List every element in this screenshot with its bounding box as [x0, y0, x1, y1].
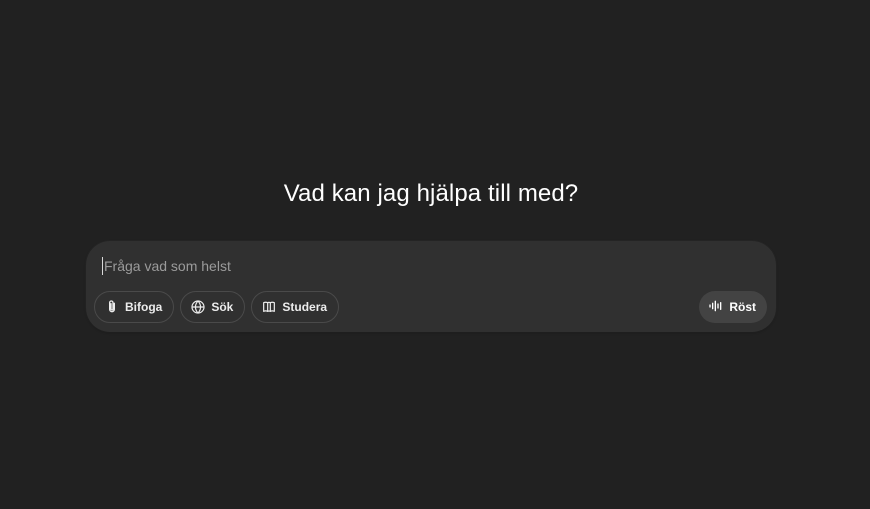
composer-tools: Bifoga Sök Studera [94, 291, 340, 323]
attach-button-label: Bifoga [125, 300, 163, 314]
waveform-icon [708, 298, 724, 317]
search-button[interactable]: Sök [180, 291, 246, 323]
prompt-input[interactable] [104, 255, 742, 277]
attach-button[interactable]: Bifoga [94, 291, 175, 323]
paperclip-icon [104, 299, 120, 315]
search-button-label: Sök [211, 300, 234, 314]
voice-button[interactable]: Röst [699, 291, 767, 323]
voice-button-label: Röst [729, 300, 756, 314]
page: Vad kan jag hjälpa till med? Bifoga [0, 0, 870, 509]
study-button-label: Studera [282, 300, 328, 314]
globe-icon [190, 299, 206, 315]
composer: Bifoga Sök [86, 241, 776, 332]
study-button[interactable]: Studera [251, 291, 340, 323]
text-caret [102, 257, 103, 275]
prompt-area[interactable] [102, 255, 742, 277]
book-icon [261, 299, 277, 315]
page-heading: Vad kan jag hjälpa till med? [283, 180, 579, 207]
